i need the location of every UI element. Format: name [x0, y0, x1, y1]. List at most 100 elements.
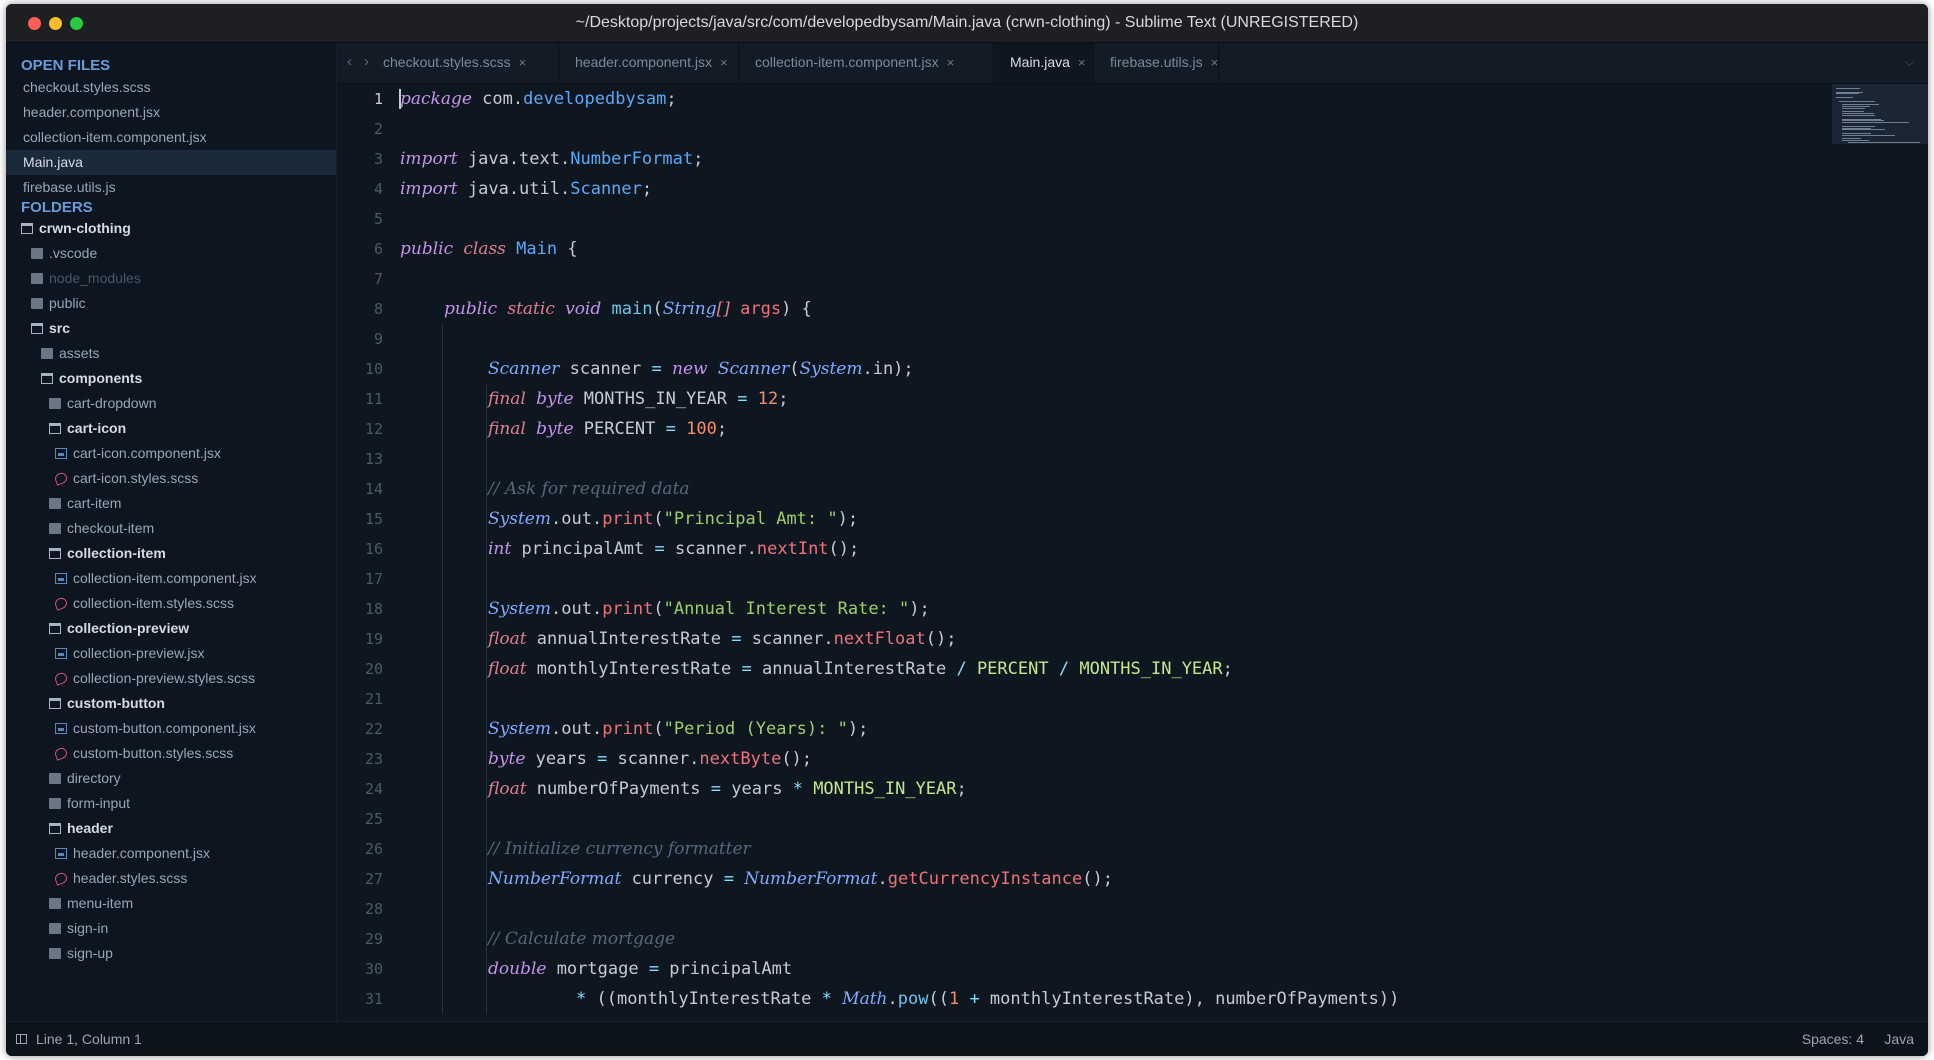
code-line[interactable]: // Calculate mortgage — [488, 924, 675, 954]
folder-tree-item[interactable]: form-input — [6, 791, 336, 816]
code-token: float — [488, 779, 527, 799]
folder-tree-label: collection-item — [67, 545, 166, 561]
title-bar: ~/Desktop/projects/java/src/com/develope… — [6, 4, 1928, 43]
syntax-selector[interactable]: Java — [1884, 1022, 1914, 1056]
code-token: NumberFormat — [488, 869, 622, 889]
code-line[interactable]: final byte PERCENT = 100; — [488, 414, 727, 444]
folder-tree-label: collection-item.styles.scss — [73, 595, 235, 611]
code-token: // Initialize currency formatter — [488, 839, 751, 859]
code-line[interactable]: float annualInterestRate = scanner.nextF… — [488, 624, 956, 654]
tab-collection-item-component-jsx[interactable]: collection-item.component.jsx × — [739, 43, 994, 83]
cursor-position[interactable]: Line 1, Column 1 — [36, 1022, 142, 1056]
folder-tree-item[interactable]: assets — [6, 341, 336, 366]
tab-header-component-jsx[interactable]: header.component.jsx × — [559, 43, 739, 83]
folder-tree-label: cart-dropdown — [67, 395, 157, 411]
code-line[interactable]: public class Main { — [400, 234, 578, 264]
open-file-item[interactable]: Main.java — [6, 150, 336, 175]
open-file-item[interactable]: header.component.jsx — [6, 100, 336, 125]
folder-tree-item[interactable]: collection-preview.jsx — [6, 641, 336, 666]
code-line[interactable]: import java.util.Scanner; — [400, 174, 652, 204]
code-token: ); — [909, 599, 930, 619]
code-line[interactable]: float monthlyInterestRate = annualIntere… — [488, 654, 1233, 684]
folder-tree-item[interactable]: cart-icon.component.jsx — [6, 441, 336, 466]
code-token: years — [525, 749, 598, 769]
code-line[interactable]: import java.text.NumberFormat; — [400, 144, 703, 174]
close-icon[interactable]: × — [720, 55, 728, 70]
folder-tree-item[interactable]: cart-item — [6, 491, 336, 516]
folder-icon — [49, 498, 61, 509]
code-line[interactable]: * ((monthlyInterestRate * Math.pow((1 + … — [576, 984, 1399, 1014]
code-line[interactable]: double mortgage = principalAmt — [488, 954, 792, 984]
code-line[interactable]: // Initialize currency formatter — [488, 834, 751, 864]
folder-tree-item[interactable]: custom-button.component.jsx — [6, 716, 336, 741]
folder-tree-item[interactable]: crwn-clothing — [6, 216, 336, 241]
folder-tree-item[interactable]: directory — [6, 766, 336, 791]
code-line[interactable]: System.out.print("Principal Amt: "); — [488, 504, 858, 534]
folder-tree-item[interactable]: sign-up — [6, 941, 336, 966]
close-icon[interactable]: × — [1078, 55, 1086, 70]
folder-tree-item[interactable]: cart-icon — [6, 416, 336, 441]
tab-checkout-styles-scss[interactable]: checkout.styles.scss × — [367, 43, 559, 83]
code-editor[interactable]: 1 2 3 4 5 6 7 8 9 10 11 12 13 14 15 16 17 18 19 20 21 22 23 24 2… — [337, 84, 1928, 1021]
code-line[interactable]: NumberFormat currency = NumberFormat.get… — [488, 864, 1113, 894]
folder-tree-item[interactable]: header — [6, 816, 336, 841]
folder-tree-item[interactable]: components — [6, 366, 336, 391]
folder-tree-item[interactable]: collection-preview.styles.scss — [6, 666, 336, 691]
folder-tree-item[interactable]: sign-in — [6, 916, 336, 941]
open-file-item[interactable]: checkout.styles.scss — [6, 75, 336, 100]
sidebar-toggle-icon[interactable] — [16, 1034, 27, 1044]
folder-tree-item[interactable]: checkout-item — [6, 516, 336, 541]
code-token: 1 — [948, 989, 960, 1009]
folder-tree-item[interactable]: node_modules — [6, 266, 336, 291]
folder-tree-item[interactable]: header.styles.scss — [6, 866, 336, 891]
open-files-heading: OPEN FILES — [21, 57, 111, 74]
close-icon[interactable]: × — [947, 55, 955, 70]
code-line[interactable]: // Ask for required data — [488, 474, 690, 504]
folder-tree-item[interactable]: custom-button — [6, 691, 336, 716]
jsx-file-icon — [55, 648, 67, 659]
code-token: getCurrencyInstance — [887, 869, 1083, 889]
folder-tree-item[interactable]: menu-item — [6, 891, 336, 916]
line-number: 17 — [364, 570, 383, 588]
folder-tree-label: cart-icon — [67, 420, 127, 436]
code-line[interactable]: int principalAmt = scanner.nextInt(); — [488, 534, 859, 564]
code-token: ( — [653, 599, 664, 619]
folder-tree-item[interactable]: src — [6, 316, 336, 341]
code-line[interactable]: float numberOfPayments = years * MONTHS_… — [488, 774, 967, 804]
chevron-down-icon[interactable]: ⌵ — [1905, 43, 1914, 81]
code-line[interactable]: byte years = scanner.nextByte(); — [488, 744, 812, 774]
code-line[interactable]: Scanner scanner = new Scanner(System.in)… — [488, 354, 914, 384]
tab-back-button[interactable]: ‹ — [347, 43, 352, 81]
close-icon[interactable]: × — [1211, 55, 1219, 70]
line-number: 18 — [364, 600, 383, 618]
folder-tree-item[interactable]: cart-dropdown — [6, 391, 336, 416]
line-number: 14 — [364, 480, 383, 498]
code-token: float — [488, 659, 527, 679]
folder-tree-item[interactable]: custom-button.styles.scss — [6, 741, 336, 766]
code-token: print — [602, 719, 654, 739]
minimap[interactable] — [1832, 84, 1928, 144]
open-file-item[interactable]: firebase.utils.js — [6, 175, 336, 200]
folder-tree-item[interactable]: header.component.jsx — [6, 841, 336, 866]
code-token: scanner. — [741, 629, 834, 649]
folder-tree-item[interactable]: collection-item — [6, 541, 336, 566]
folder-tree-label: collection-preview.styles.scss — [73, 670, 256, 686]
tab-main-java[interactable]: Main.java × — [994, 43, 1094, 83]
folder-tree-item[interactable]: collection-item.component.jsx — [6, 566, 336, 591]
code-line[interactable]: System.out.print("Period (Years): "); — [488, 714, 868, 744]
folder-tree-item[interactable]: cart-icon.styles.scss — [6, 466, 336, 491]
open-file-item[interactable]: collection-item.component.jsx — [6, 125, 336, 150]
folder-tree-item[interactable]: .vscode — [6, 241, 336, 266]
indentation-setting[interactable]: Spaces: 4 — [1802, 1022, 1864, 1056]
folder-tree-item[interactable]: collection-item.styles.scss — [6, 591, 336, 616]
code-line[interactable]: public static void main(String[] args) { — [444, 294, 812, 324]
folder-tree-item[interactable]: public — [6, 291, 336, 316]
folder-open-icon — [49, 823, 61, 834]
folder-tree-item[interactable]: collection-preview — [6, 616, 336, 641]
tab-firebase-utils-js[interactable]: firebase.utils.js × — [1094, 43, 1219, 83]
code-line[interactable]: package com.developedbysam; — [400, 84, 677, 114]
close-icon[interactable]: × — [519, 55, 527, 70]
code-line[interactable]: System.out.print("Annual Interest Rate: … — [488, 594, 930, 624]
code-line[interactable]: final byte MONTHS_IN_YEAR = 12; — [488, 384, 789, 414]
